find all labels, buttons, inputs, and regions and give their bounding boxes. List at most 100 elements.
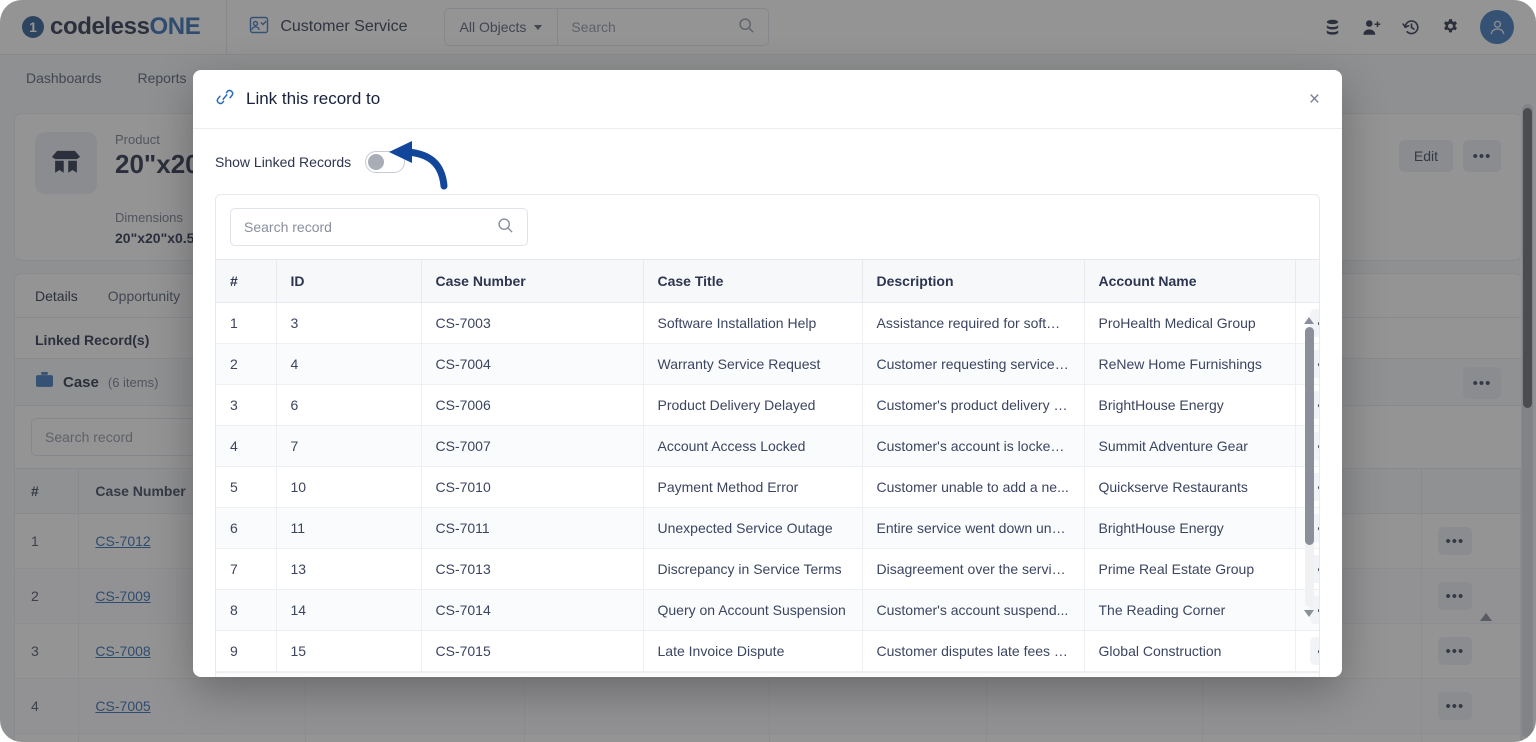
scrollbar-thumb[interactable] [1523, 108, 1532, 408]
row-more-button[interactable]: ••• [1437, 692, 1472, 720]
row-priority [1202, 678, 1422, 734]
subnav-item-dashboards[interactable]: Dashboards [26, 70, 102, 86]
close-icon[interactable]: × [1309, 90, 1320, 109]
row-case-title: Payment Method Error [643, 466, 863, 508]
history-icon[interactable] [1402, 18, 1421, 37]
modal-vertical-scrollbar[interactable] [1301, 317, 1317, 617]
record-more-button[interactable]: ••• [1463, 140, 1501, 172]
table-row[interactable]: 2 4 CS-7004 Warranty Service Request Cus… [216, 343, 1319, 385]
row-case-number: CS-7011 [421, 507, 644, 549]
row-case-title: Warranty Service Request [643, 343, 863, 385]
global-search-placeholder: Search [571, 19, 616, 35]
add-user-icon[interactable] [1362, 18, 1382, 37]
row-case-title: Unexpected Service Outage [643, 507, 863, 549]
scroll-up-arrow-icon[interactable] [1480, 613, 1492, 621]
related-col-actions [1421, 468, 1522, 514]
row-case-title [305, 678, 525, 734]
scroll-down-arrow-icon[interactable] [1304, 610, 1314, 617]
row-description: Disagreement over the service... [862, 548, 1085, 590]
row-case-title: Software Installation Help [643, 302, 863, 344]
tab-details[interactable]: Details [35, 288, 78, 304]
table-row[interactable]: 8 14 CS-7014 Query on Account Suspension… [216, 589, 1319, 631]
modal-body: Show Linked Records Search record # ID C… [193, 129, 1342, 677]
related-list-vertical-scrollbar[interactable] [1480, 613, 1492, 732]
show-linked-records-toggle[interactable] [365, 150, 406, 173]
database-icon[interactable] [1323, 18, 1342, 37]
page-vertical-scrollbar[interactable] [1522, 104, 1533, 738]
row-account-name: Apex Motors [769, 733, 987, 742]
row-case-number: CS-7015 [421, 630, 644, 672]
row-account-name: ProHealth Medical Group [1084, 302, 1296, 344]
app-name-label: Customer Service [280, 18, 408, 35]
table-row[interactable]: 4 7 CS-7007 Account Access Locked Custom… [216, 425, 1319, 467]
row-case-title: Query on Account Suspension [643, 589, 863, 631]
row-id: 14 [276, 589, 422, 631]
row-account-name: ReNew Home Furnishings [1084, 343, 1296, 385]
modal-title: Link this record to [246, 89, 381, 108]
modal-search-row: Search record [216, 195, 1319, 259]
brand-mark-icon: 1 [22, 16, 44, 38]
tab-opportunity[interactable]: Opportunity [108, 288, 180, 304]
row-description: Customer requesting service ... [862, 343, 1085, 385]
row-case-title: Account Access Locked [643, 425, 863, 467]
row-actions: ••• [1421, 678, 1522, 734]
modal-search-placeholder: Search record [244, 219, 332, 235]
scroll-up-arrow-icon[interactable] [1304, 317, 1314, 324]
related-search-placeholder: Search record [45, 429, 133, 445]
row-actions: ••• [1295, 630, 1319, 672]
related-list-more-button[interactable]: ••• [1463, 367, 1501, 399]
scrollbar-thumb[interactable] [1304, 327, 1314, 545]
row-description: Customer's product delivery h... [862, 384, 1085, 426]
table-row[interactable]: 3 6 CS-7006 Product Delivery Delayed Cus… [216, 384, 1319, 426]
modal-search-input[interactable]: Search record [230, 208, 528, 246]
subnav-item-reports[interactable]: Reports [138, 70, 187, 86]
row-case-title: Product Delivery Delayed [643, 384, 863, 426]
row-description: Customer was billed incorrectly [524, 733, 771, 742]
brand-logo[interactable]: 1 codelessONE [0, 0, 226, 55]
modal-horizontal-scrollbar[interactable] [216, 672, 1319, 677]
row-id: 4 [276, 343, 422, 385]
row-account-name: BrightHouse Energy [1084, 507, 1296, 549]
row-index: 7 [216, 548, 277, 590]
row-case-title: Incorrect Billing Charge [305, 733, 525, 742]
table-row[interactable]: 5 CS-7002 Incorrect Billing Charge Custo… [15, 733, 1522, 742]
gear-icon[interactable] [1441, 18, 1460, 37]
object-filter-label: All Objects [459, 19, 527, 35]
case-number-link[interactable]: CS-7012 [95, 533, 150, 549]
row-index: 4 [15, 678, 80, 734]
edit-button[interactable]: Edit [1398, 140, 1453, 172]
case-number-link[interactable]: CS-7009 [95, 588, 150, 604]
search-icon [738, 17, 755, 37]
case-number-link[interactable]: CS-7008 [95, 643, 150, 659]
table-row[interactable]: 1 3 CS-7003 Software Installation Help A… [216, 302, 1319, 344]
row-more-button[interactable]: ••• [1437, 637, 1472, 665]
global-search-input[interactable]: Search [558, 9, 768, 45]
table-row[interactable]: 4 CS-7005 ••• [15, 678, 1522, 734]
row-id: 11 [276, 507, 422, 549]
row-actions: ••• [1421, 568, 1522, 624]
row-description: Customer unable to add a ne... [862, 466, 1085, 508]
table-row[interactable]: 5 10 CS-7010 Payment Method Error Custom… [216, 466, 1319, 508]
table-row[interactable]: 9 15 CS-7015 Late Invoice Dispute Custom… [216, 630, 1319, 672]
toggle-knob [368, 153, 385, 170]
link-record-modal: Link this record to × Show Linked Record… [193, 70, 1342, 677]
user-avatar[interactable] [1480, 10, 1514, 44]
case-number-link[interactable]: CS-7005 [95, 698, 150, 714]
record-field-dimensions-value: 20"x20"x0.5" [115, 230, 202, 246]
brand-name: codelessONE [50, 13, 201, 41]
row-account-name: Prime Real Estate Group [1084, 548, 1296, 590]
row-index: 3 [15, 623, 80, 679]
app-context[interactable]: Customer Service [227, 0, 429, 55]
row-more-button[interactable]: ••• [1437, 582, 1472, 610]
row-case-number: CS-7006 [421, 384, 644, 426]
top-navigation-bar: 1 codelessONE Customer Service All Objec… [0, 0, 1536, 55]
scrollbar-track[interactable] [1304, 327, 1314, 607]
row-account-name [769, 678, 987, 734]
table-row[interactable]: 7 13 CS-7013 Discrepancy in Service Term… [216, 548, 1319, 590]
record-picker-panel: Search record # ID Case Number Case Titl… [215, 194, 1320, 677]
related-list-count: (6 items) [107, 374, 159, 390]
row-more-button[interactable]: ••• [1309, 637, 1319, 665]
object-filter-dropdown[interactable]: All Objects [445, 9, 559, 45]
table-row[interactable]: 6 11 CS-7011 Unexpected Service Outage E… [216, 507, 1319, 549]
row-more-button[interactable]: ••• [1437, 527, 1472, 555]
